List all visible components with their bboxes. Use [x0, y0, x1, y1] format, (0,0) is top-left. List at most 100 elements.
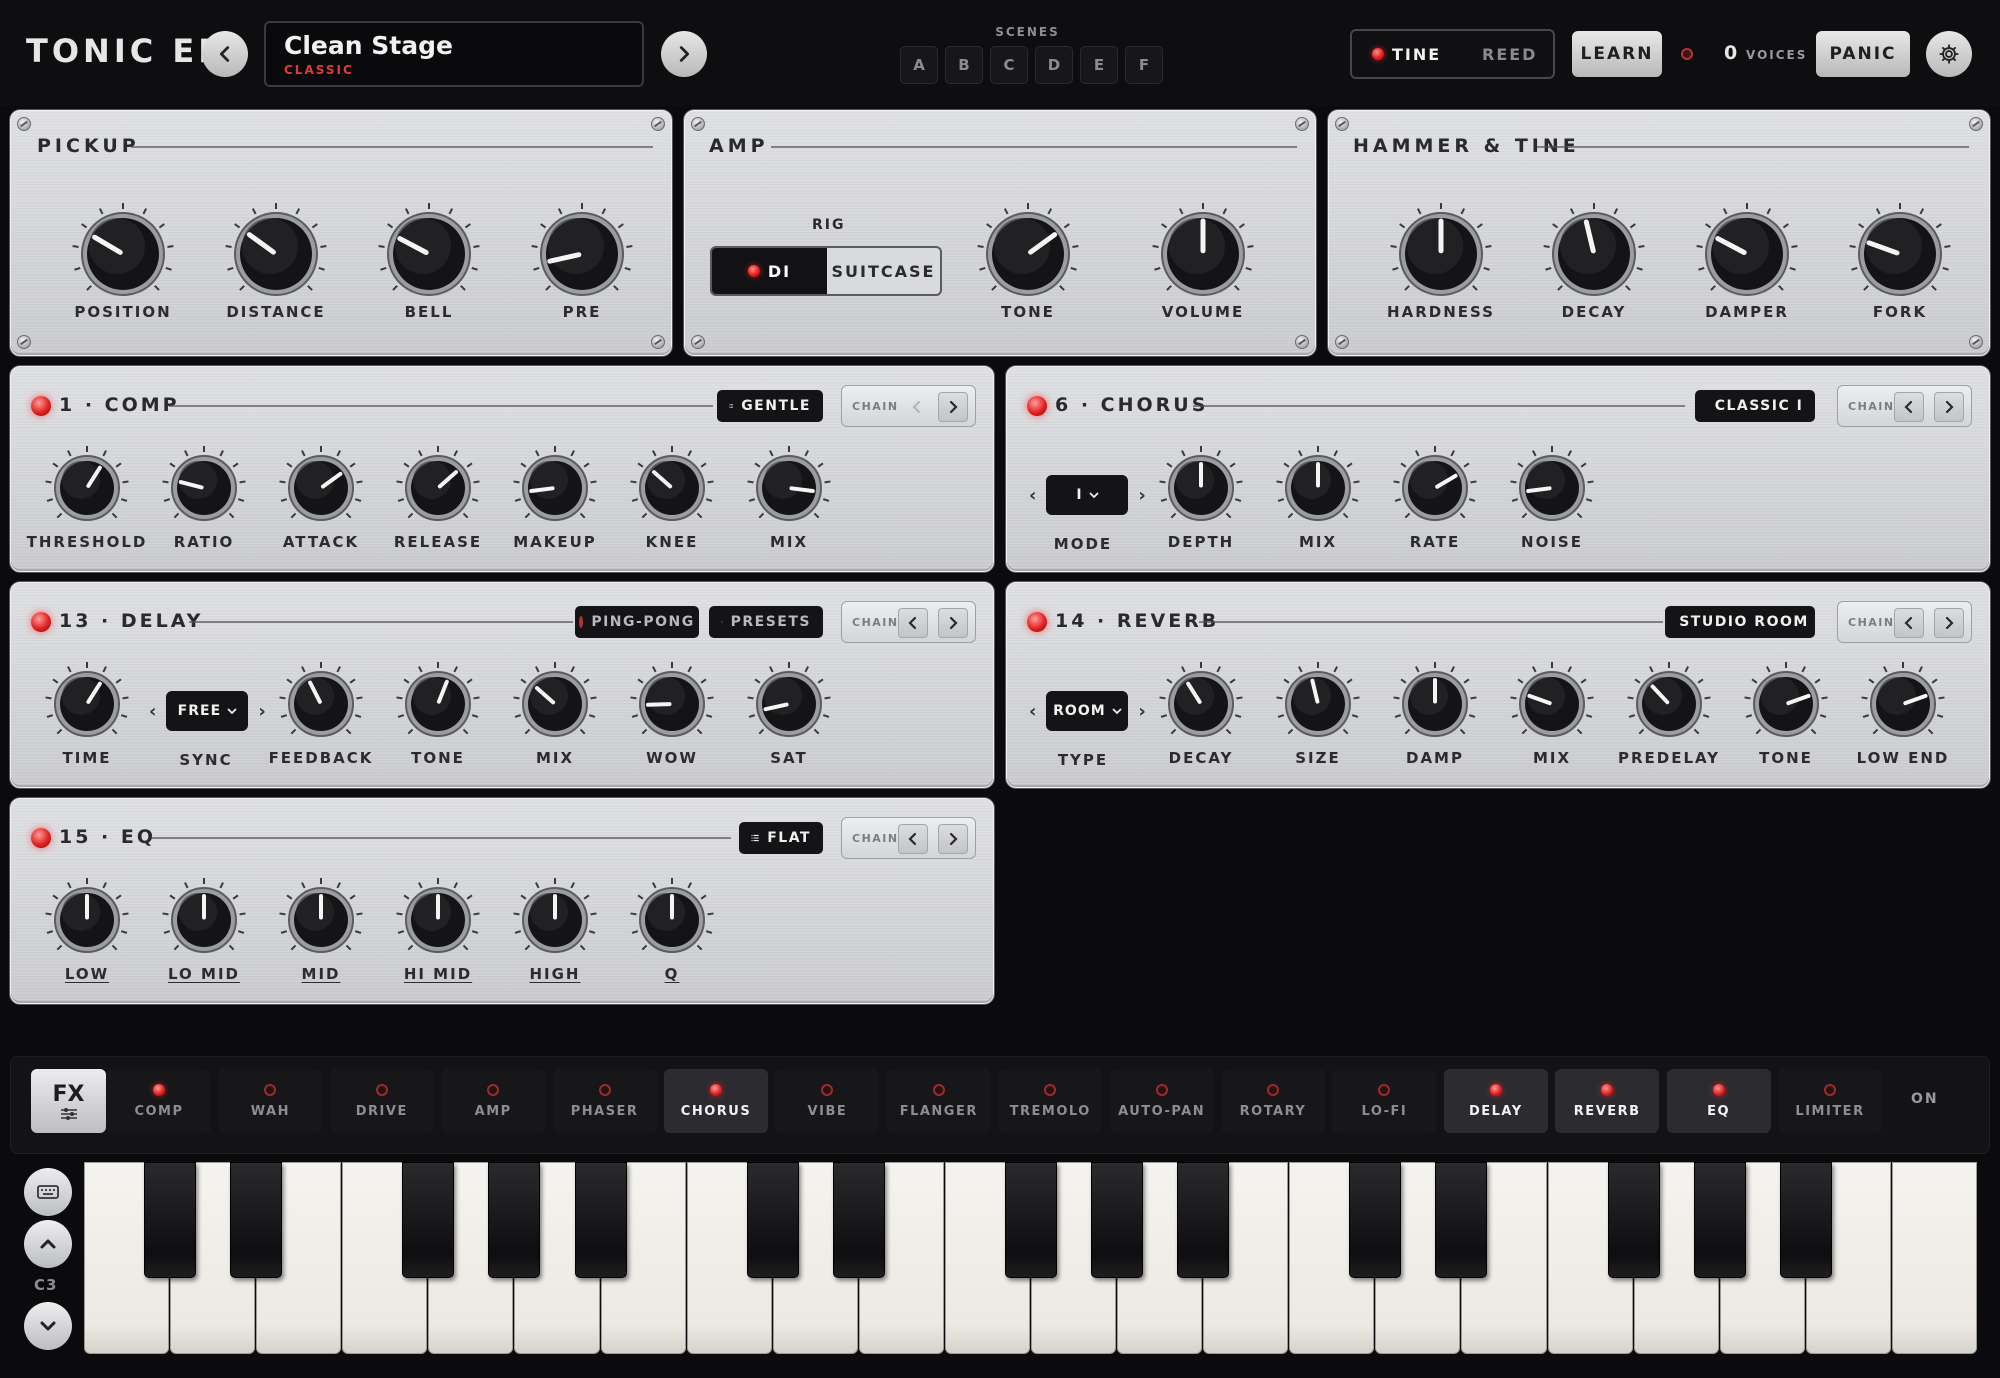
reverb-tone-knob[interactable]: TONE	[1726, 649, 1846, 789]
hammer-hardness-knob[interactable]: HARDNESS	[1381, 199, 1501, 339]
fx-slot-rotary[interactable]: ROTARY	[1221, 1069, 1325, 1133]
octave-up-button[interactable]	[24, 1220, 72, 1268]
knob-dial[interactable]	[63, 199, 183, 309]
reverb-low-end-knob[interactable]: LOW END	[1843, 649, 1963, 789]
fx-slot-lo-fi[interactable]: LO-FI	[1332, 1069, 1437, 1133]
comp-knee-knob[interactable]: KNEE	[612, 433, 732, 573]
fx-slot-phaser[interactable]: PHASER	[552, 1069, 657, 1133]
fx-slot-reverb[interactable]: REVERB	[1555, 1069, 1660, 1133]
comp-power-led[interactable]	[31, 396, 51, 416]
delay-wow-knob[interactable]: WOW	[612, 649, 732, 789]
fx-slot-eq[interactable]: EQ	[1666, 1069, 1771, 1133]
keyboard-toggle-button[interactable]	[24, 1168, 72, 1216]
reverb-type-dropdown[interactable]: ROOM	[1046, 691, 1129, 731]
knob-dial[interactable]	[1609, 649, 1729, 759]
black-key[interactable]	[1435, 1162, 1488, 1278]
delay-presets-button[interactable]: PRESETS	[709, 606, 823, 638]
fx-slot-wah[interactable]: WAH	[218, 1069, 323, 1133]
chain-move-right-button[interactable]	[1934, 608, 1964, 638]
knob-dial[interactable]	[612, 649, 732, 759]
hammer-decay-knob[interactable]: DECAY	[1534, 199, 1654, 339]
eq-mid-knob[interactable]: MID	[261, 865, 381, 1005]
eq-preset-button[interactable]: FLAT	[739, 822, 823, 854]
knob-dial[interactable]	[1687, 199, 1807, 309]
scene-button-f[interactable]: F	[1125, 46, 1163, 84]
prev-preset-button[interactable]	[202, 31, 248, 77]
engine-toggle[interactable]: TINE REED	[1350, 29, 1555, 79]
knob-dial[interactable]	[1843, 649, 1963, 759]
eq-high-knob[interactable]: HIGH	[495, 865, 615, 1005]
knob-dial[interactable]	[729, 649, 849, 759]
comp-attack-knob[interactable]: ATTACK	[261, 433, 381, 573]
learn-button[interactable]: LEARN	[1572, 31, 1662, 77]
knob-dial[interactable]	[378, 865, 498, 975]
chevron-left-icon[interactable]: ‹	[1029, 701, 1036, 722]
knob-dial[interactable]	[261, 649, 381, 759]
eq-low-knob[interactable]: LOW	[27, 865, 147, 1005]
knob-dial[interactable]	[27, 649, 147, 759]
eq-lo-mid-knob[interactable]: LO MID	[144, 865, 264, 1005]
knob-dial[interactable]	[378, 433, 498, 543]
knob-dial[interactable]	[1726, 649, 1846, 759]
fx-menu-button[interactable]: FX	[31, 1069, 106, 1133]
knob-dial[interactable]	[1840, 199, 1960, 309]
hammer-fork-knob[interactable]: FORK	[1840, 199, 1960, 339]
pickup-position-knob[interactable]: POSITION	[63, 199, 183, 339]
knob-dial[interactable]	[495, 649, 615, 759]
scene-button-a[interactable]: A	[900, 46, 938, 84]
chorus-rate-knob[interactable]: RATE	[1375, 433, 1495, 573]
knob-dial[interactable]	[27, 865, 147, 975]
rig-di-option[interactable]: DI	[712, 248, 827, 294]
black-key[interactable]	[1091, 1162, 1144, 1278]
reverb-damp-knob[interactable]: DAMP	[1375, 649, 1495, 789]
reverb-power-led[interactable]	[1027, 612, 1047, 632]
next-preset-button[interactable]	[661, 31, 707, 77]
black-key[interactable]	[1349, 1162, 1402, 1278]
chain-move-right-button[interactable]	[938, 392, 968, 422]
reverb-preset-button[interactable]: STUDIO ROOM	[1665, 606, 1815, 638]
chorus-mode-selector[interactable]: ‹ I ›	[1029, 475, 1146, 515]
chain-move-right-button[interactable]	[938, 608, 968, 638]
eq-q-knob[interactable]: Q	[612, 865, 732, 1005]
knob-dial[interactable]	[261, 865, 381, 975]
chorus-preset-button[interactable]: CLASSIC I	[1695, 390, 1815, 422]
chain-move-left-button[interactable]	[898, 608, 928, 638]
knob-dial[interactable]	[27, 433, 147, 543]
chain-move-right-button[interactable]	[1934, 392, 1964, 422]
fx-slot-delay[interactable]: DELAY	[1443, 1069, 1548, 1133]
delay-sync-dropdown[interactable]: FREE	[166, 691, 249, 731]
delay-mix-knob[interactable]: MIX	[495, 649, 615, 789]
fx-slot-drive[interactable]: DRIVE	[329, 1069, 434, 1133]
fx-slot-auto-pan[interactable]: AUTO-PAN	[1109, 1069, 1214, 1133]
black-key[interactable]	[1005, 1162, 1057, 1278]
delay-pingpong-toggle[interactable]: PING-PONG	[575, 606, 699, 638]
amp-volume-knob[interactable]: VOLUME	[1143, 199, 1263, 339]
knob-dial[interactable]	[1492, 433, 1612, 543]
chain-move-left-button[interactable]	[902, 392, 932, 422]
reverb-size-knob[interactable]: SIZE	[1258, 649, 1378, 789]
delay-tone-knob[interactable]: TONE	[378, 649, 498, 789]
fx-slot-limiter[interactable]: LIMITER	[1778, 1069, 1882, 1133]
chorus-depth-knob[interactable]: DEPTH	[1141, 433, 1261, 573]
panic-button[interactable]: PANIC	[1816, 31, 1910, 77]
comp-threshold-knob[interactable]: THRESHOLD	[27, 433, 147, 573]
scene-button-b[interactable]: B	[945, 46, 983, 84]
fx-slot-tremolo[interactable]: TREMOLO	[998, 1069, 1103, 1133]
black-key[interactable]	[1607, 1162, 1660, 1278]
chevron-left-icon[interactable]: ‹	[149, 701, 156, 722]
fx-slot-chorus[interactable]: CHORUS	[664, 1069, 768, 1133]
scene-button-c[interactable]: C	[990, 46, 1028, 84]
black-key[interactable]	[144, 1162, 197, 1278]
black-key[interactable]	[1177, 1162, 1230, 1278]
black-key[interactable]	[746, 1162, 799, 1278]
white-key[interactable]	[1891, 1162, 1977, 1354]
knob-dial[interactable]	[144, 865, 264, 975]
reverb-mix-knob[interactable]: MIX	[1492, 649, 1612, 789]
knob-dial[interactable]	[1375, 649, 1495, 759]
knob-dial[interactable]	[612, 433, 732, 543]
comp-preset-button[interactable]: GENTLE	[717, 390, 823, 422]
knob-dial[interactable]	[1143, 199, 1263, 309]
comp-makeup-knob[interactable]: MAKEUP	[495, 433, 615, 573]
preset-display[interactable]: Clean Stage CLASSIC	[264, 21, 644, 87]
delay-feedback-knob[interactable]: FEEDBACK	[261, 649, 381, 789]
